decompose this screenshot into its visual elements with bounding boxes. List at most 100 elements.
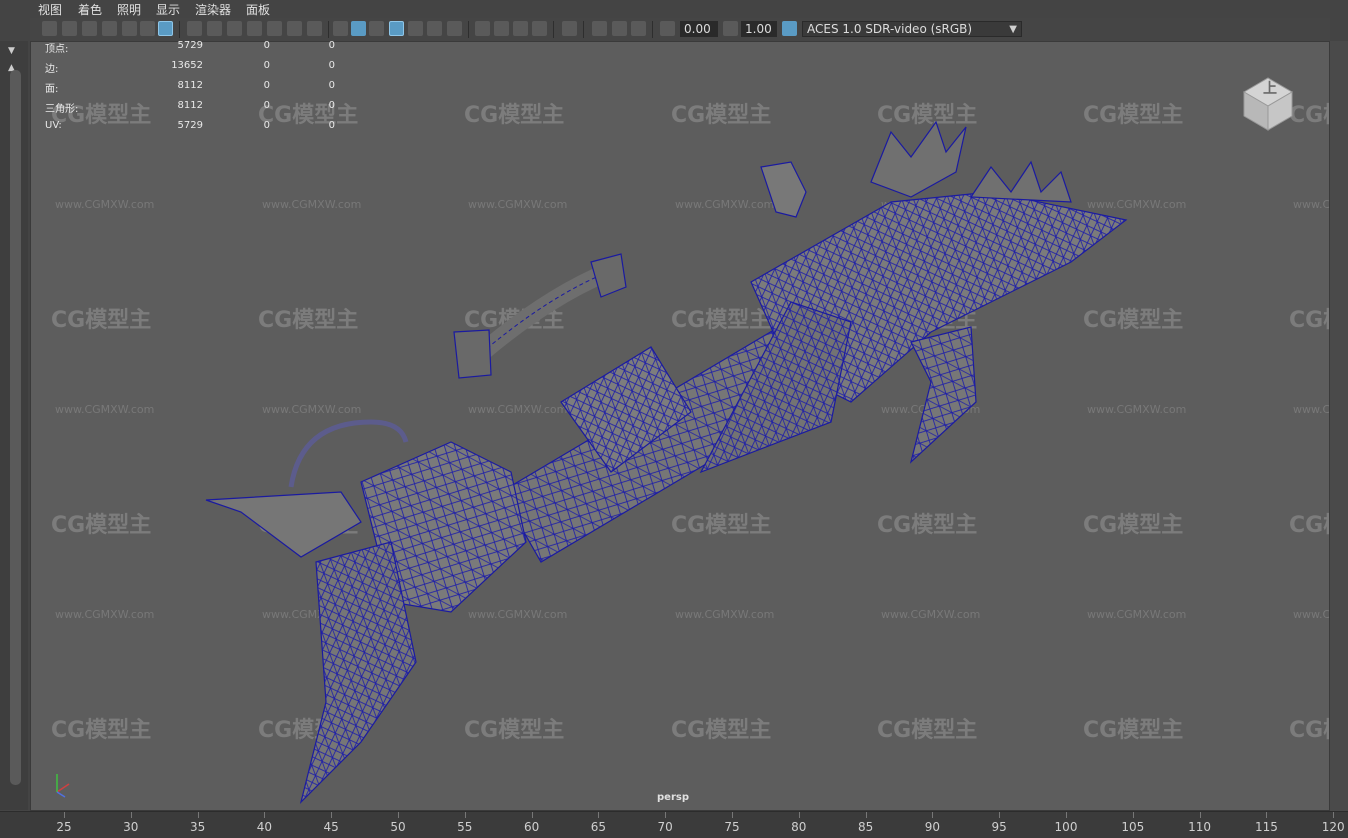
camera-name-label: persp: [657, 792, 689, 803]
default-material-icon[interactable]: [369, 21, 384, 36]
grid-icon[interactable]: [187, 21, 202, 36]
gate-mask-icon[interactable]: [247, 21, 262, 36]
hud-label: 三角形:: [45, 104, 79, 115]
hud-label: 面:: [45, 84, 59, 95]
ruler-tick: [932, 812, 934, 818]
menu-shading[interactable]: 着色: [78, 1, 102, 18]
hud-row: 边: 13652 0 0: [45, 60, 335, 80]
hud-row: 三角形: 8112 0 0: [45, 100, 335, 120]
pan-zoom-icon[interactable]: [140, 21, 155, 36]
ruler-tick-label: 35: [189, 820, 206, 834]
ruler-tick-label: 25: [56, 820, 72, 834]
ruler-tick: [464, 812, 466, 818]
safe-title-icon[interactable]: [307, 21, 322, 36]
ruler-tick: [398, 812, 399, 818]
menu-renderer[interactable]: 渲染器: [195, 1, 231, 18]
hud-label: 边:: [45, 64, 59, 75]
hud-value-component: 0: [328, 60, 335, 71]
hud-value-selected: 0: [263, 40, 270, 51]
toolbar-separator: [328, 21, 329, 38]
hud-row: 面: 8112 0 0: [45, 80, 335, 100]
view-transform-select[interactable]: ACES 1.0 SDR-video (sRGB) ▼: [802, 21, 1022, 37]
exposure-icon[interactable]: [660, 21, 675, 36]
hud-value-selected: 0: [263, 60, 270, 71]
hud-value-object: 8112: [177, 100, 203, 111]
crest-mesh: [870, 120, 967, 198]
ruler-tick-label: 55: [457, 820, 473, 834]
hud-value-selected: 0: [263, 100, 270, 111]
camera-bookmark-icon[interactable]: [82, 21, 97, 36]
hud-value-component: 0: [328, 40, 335, 51]
gamma-field[interactable]: 1.00: [741, 21, 777, 37]
xray-active-icon[interactable]: [612, 21, 627, 36]
ruler-tick: [264, 812, 266, 818]
hud-value-component: 0: [328, 100, 335, 111]
wireframe-on-shaded-icon[interactable]: [389, 21, 404, 36]
right-gutter: [1330, 41, 1348, 811]
bookmark-icon[interactable]: [102, 21, 117, 36]
film-gate-icon[interactable]: [207, 21, 222, 36]
wireframe-icon[interactable]: [333, 21, 348, 36]
ruler-tick-label: 70: [657, 820, 673, 834]
hud-value-component: 0: [328, 120, 335, 131]
ruler-tick: [531, 812, 533, 818]
lights-icon[interactable]: [427, 21, 442, 36]
ruler-tick: [665, 812, 667, 818]
ruler-tick: [798, 812, 800, 818]
ruler-tick-label: 95: [991, 820, 1007, 834]
toolbar-separator: [468, 21, 469, 38]
isolate-select-icon[interactable]: [562, 21, 577, 36]
anti-aliasing-icon[interactable]: [513, 21, 528, 36]
menu-panels[interactable]: 面板: [246, 1, 270, 18]
ruler-tick-label: 45: [323, 820, 339, 834]
axis-gizmo: [51, 770, 75, 798]
camera-attributes-icon[interactable]: [62, 21, 77, 36]
ruler-tick-label: 60: [523, 820, 540, 834]
xray-icon[interactable]: [592, 21, 607, 36]
time-slider-ruler[interactable]: 25 30 35 40 45 50 55 60 65 70 75 80 85 90 95 100 105 110 1…: [0, 811, 1348, 838]
ambient-occlusion-icon[interactable]: [475, 21, 490, 36]
exposure-field[interactable]: 0.00: [680, 21, 718, 37]
menu-show[interactable]: 显示: [156, 1, 180, 18]
depth-of-field-icon[interactable]: [532, 21, 547, 36]
weapon-model[interactable]: [31, 42, 1330, 811]
toolbar-separator: [553, 21, 554, 38]
gamma-icon[interactable]: [723, 21, 738, 36]
ruler-tick-label: 30: [123, 820, 139, 834]
x-axis-line: [56, 783, 70, 793]
ruler-tick-label: 65: [590, 820, 607, 834]
ruler-tick: [1266, 812, 1268, 818]
grease-pencil-icon[interactable]: [158, 21, 173, 36]
hud-value-selected: 0: [263, 80, 270, 91]
menu-view[interactable]: 视图: [38, 1, 62, 18]
ruler-tick: [1066, 812, 1067, 818]
ruler-tick-label: 115: [1254, 820, 1278, 834]
hud-row: UV: 5729 0 0: [45, 120, 335, 140]
rear-wing-mesh: [205, 491, 362, 558]
menu-lighting[interactable]: 照明: [117, 1, 141, 18]
lower-blade-wire: [911, 327, 976, 462]
perspective-viewport[interactable]: CG模型主 www.CGMXW.com CG模型主 www.CGMXW.com CG模型…: [30, 41, 1330, 811]
field-chart-icon[interactable]: [267, 21, 282, 36]
safe-action-icon[interactable]: [287, 21, 302, 36]
shadows-icon[interactable]: [447, 21, 462, 36]
lower-spike-wire: [301, 542, 416, 802]
collapse-arrow-icon[interactable]: ▼: [8, 46, 15, 56]
motion-blur-icon[interactable]: [494, 21, 509, 36]
textured-icon[interactable]: [408, 21, 423, 36]
image-plane-icon[interactable]: [122, 21, 137, 36]
ruler-tick-label: 120: [1321, 820, 1345, 834]
hud-value-object: 13652: [171, 60, 203, 71]
resolution-gate-icon[interactable]: [227, 21, 242, 36]
ruler-tick: [331, 812, 333, 818]
left-scrollbar[interactable]: [10, 70, 21, 785]
hook-mesh: [760, 161, 807, 218]
ruler-tick-label: 110: [1188, 820, 1212, 834]
ruler-tick: [999, 812, 1001, 818]
hud-value-selected: 0: [263, 120, 270, 131]
view-cube[interactable]: 上: [1236, 70, 1300, 134]
color-management-icon[interactable]: [782, 21, 797, 36]
xray-joints-icon[interactable]: [631, 21, 646, 36]
smooth-shade-icon[interactable]: [351, 21, 366, 36]
camera-icon[interactable]: [42, 21, 57, 36]
